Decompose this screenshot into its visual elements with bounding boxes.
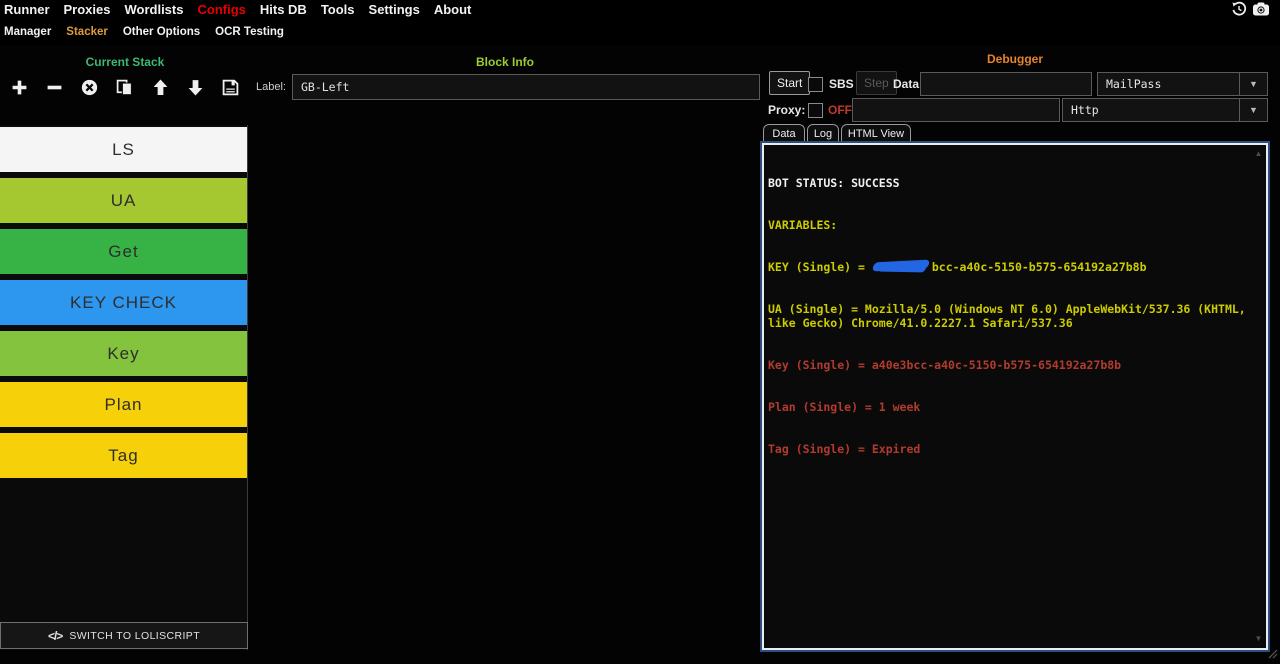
switch-button-label: SWITCH TO LOLISCRIPT (69, 630, 200, 642)
menu-item-tools[interactable]: Tools (321, 2, 355, 17)
add-block-icon[interactable] (6, 76, 32, 98)
variable-line-key: KEY (Single) = bcc-a40c-5150-b575-654192… (768, 260, 1258, 274)
debugger-proxy-input[interactable] (852, 98, 1060, 122)
console-output: BOT STATUS: SUCCESS VARIABLES: KEY (Sing… (768, 148, 1258, 484)
submenu-item-ocr-testing[interactable]: OCR Testing (215, 26, 284, 38)
screenshot-camera-icon[interactable] (1252, 1, 1270, 17)
stack-block-plan[interactable]: Plan (0, 382, 247, 427)
submenu-item-other-options[interactable]: Other Options (123, 26, 200, 38)
wordlist-type-value: MailPass (1098, 77, 1239, 91)
history-icon[interactable] (1231, 1, 1247, 17)
data-caption: Data: (893, 77, 923, 91)
proxy-caption: Proxy: (768, 103, 805, 117)
debugger-title: Debugger (762, 52, 1268, 66)
debugger-data-input[interactable] (920, 72, 1092, 96)
variable-line-key-parsed: Key (Single) = a40e3bcc-a40c-5150-b575-6… (768, 358, 1258, 372)
key-line-value: bcc-a40c-5150-b575-654192a27b8b (932, 260, 1147, 274)
tab-html-view[interactable]: HTML View (841, 124, 911, 143)
code-icon: </> (48, 629, 62, 643)
label-caption: Label: (256, 81, 286, 93)
console-scrollbar[interactable]: ▲ ▼ (1251, 145, 1266, 648)
menu-item-settings[interactable]: Settings (369, 2, 420, 17)
submenu-item-stacker[interactable]: Stacker (66, 26, 108, 38)
menu-item-hitsdb[interactable]: Hits DB (260, 2, 307, 17)
clone-block-icon[interactable] (112, 76, 138, 98)
menu-item-runner[interactable]: Runner (4, 2, 50, 17)
stack-block-ls[interactable]: LS (0, 127, 247, 172)
variable-line-ua: UA (Single) = Mozilla/5.0 (Windows NT 6.… (768, 302, 1258, 330)
proxy-type-combo[interactable]: Http ▼ (1062, 98, 1268, 122)
proxy-checkbox[interactable] (808, 103, 823, 118)
chevron-down-icon[interactable]: ▼ (1239, 99, 1267, 121)
titlebar-icons (1231, 1, 1270, 17)
submenu-item-manager[interactable]: Manager (4, 26, 51, 38)
scroll-up-icon[interactable]: ▲ (1255, 150, 1263, 158)
proxy-status-label: OFF (828, 103, 852, 117)
scroll-down-icon[interactable]: ▼ (1255, 635, 1263, 643)
stack-block-tag[interactable]: Tag (0, 433, 247, 478)
menu-item-proxies[interactable]: Proxies (64, 2, 111, 17)
tab-log[interactable]: Log (807, 124, 839, 143)
menu-item-configs[interactable]: Configs (197, 2, 245, 17)
clear-stack-icon[interactable] (77, 76, 103, 98)
redaction-scribble (872, 259, 930, 271)
block-stack-panel: LS UA Get KEY CHECK Key Plan Tag (0, 125, 248, 650)
openbullet-window: { "menu": { "items": ["Runner", "Proxies… (0, 0, 1280, 658)
stack-block-key[interactable]: Key (0, 331, 247, 376)
configs-sub-menu: Manager Stacker Other Options OCR Testin… (0, 19, 1280, 45)
move-down-icon[interactable] (183, 76, 209, 98)
block-info-title: Block Info (252, 55, 758, 69)
remove-block-icon[interactable] (41, 76, 67, 98)
block-label-row: Label: (252, 73, 760, 100)
resize-grip-icon[interactable] (1268, 646, 1278, 656)
start-button[interactable]: Start (769, 71, 810, 95)
stack-block-ua[interactable]: UA (0, 178, 247, 223)
switch-to-loliscript-button[interactable]: </> SWITCH TO LOLISCRIPT (0, 622, 248, 649)
sbs-checkbox[interactable] (808, 77, 823, 92)
tab-data[interactable]: Data (763, 124, 805, 143)
main-menu-bar: Runner Proxies Wordlists Configs Hits DB… (0, 0, 1280, 19)
stack-block-keycheck[interactable]: KEY CHECK (0, 280, 247, 325)
block-label-input[interactable] (292, 74, 760, 100)
variable-line-plan: Plan (Single) = 1 week (768, 400, 1258, 414)
current-stack-title: Current Stack (0, 55, 250, 69)
variable-line-tag: Tag (Single) = Expired (768, 442, 1258, 456)
debugger-console[interactable]: BOT STATUS: SUCCESS VARIABLES: KEY (Sing… (762, 143, 1268, 650)
stack-toolbar (0, 74, 250, 100)
bot-status-line: BOT STATUS: SUCCESS (768, 176, 1258, 190)
sbs-label: SBS (829, 77, 854, 91)
step-button[interactable]: Step (856, 71, 897, 95)
stack-block-get[interactable]: Get (0, 229, 247, 274)
key-line-prefix: KEY (Single) = (768, 260, 872, 274)
chevron-down-icon[interactable]: ▼ (1239, 73, 1267, 95)
variables-header-line: VARIABLES: (768, 218, 1258, 232)
wordlist-type-combo[interactable]: MailPass ▼ (1097, 72, 1268, 96)
proxy-type-value: Http (1063, 103, 1239, 117)
menu-item-wordlists[interactable]: Wordlists (124, 2, 183, 17)
save-icon[interactable] (218, 76, 244, 98)
menu-item-about[interactable]: About (434, 2, 472, 17)
move-up-icon[interactable] (147, 76, 173, 98)
